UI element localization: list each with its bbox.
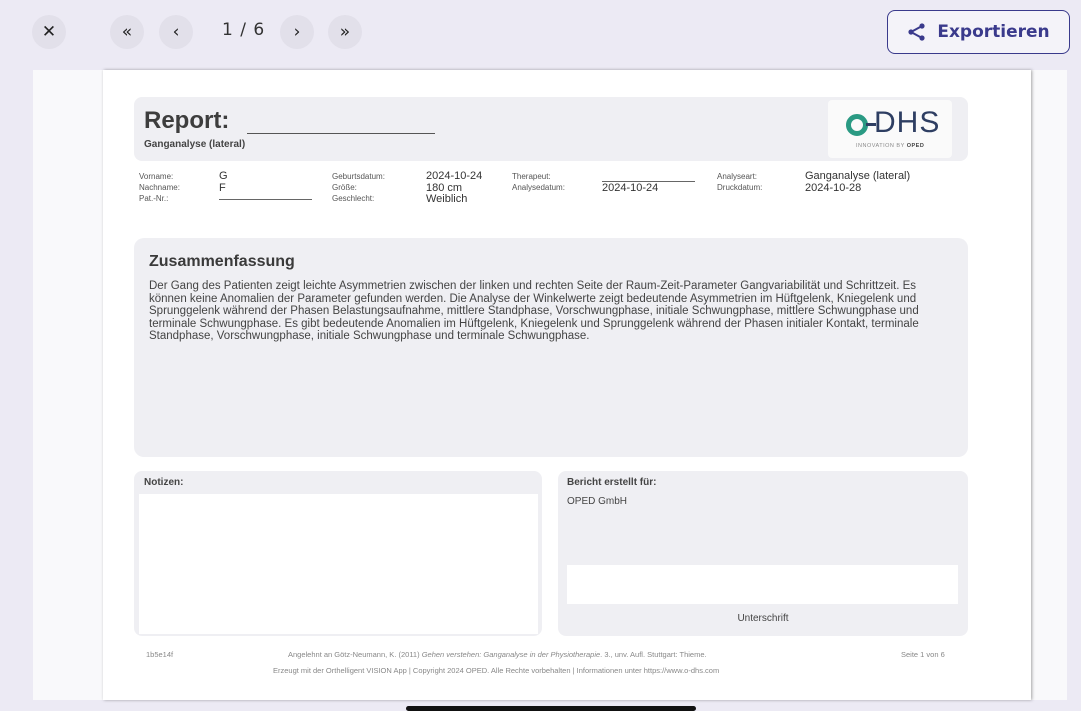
patient-values-col4: Ganganalyse (lateral) 2024-10-28 [805, 170, 911, 194]
patient-values-col2: 2024-10-24 180 cm Weiblich [426, 170, 483, 206]
summary-text: Der Gang des Patienten zeigt leichte Asy… [149, 280, 919, 343]
patnr-line [219, 199, 312, 200]
patient-labels-col2: Geburtsdatum: Größe: Geschlecht: [332, 171, 385, 204]
document-viewport[interactable]: Report: Ganganalyse (lateral) DHS INNOVA… [33, 70, 1067, 700]
druckdatum-label: Druckdatum: [717, 183, 763, 192]
notes-section: Notizen: [134, 471, 542, 636]
nachname-value: F [219, 181, 226, 194]
geschlecht-label: Geschlecht: [332, 194, 375, 203]
double-chevron-left-icon: « [121, 22, 133, 42]
report-for-value: OPED GmbH [567, 496, 628, 507]
odhs-logo: DHS INNOVATION BY OPED [828, 100, 952, 158]
druckdatum-value: 2024-10-28 [805, 181, 862, 194]
vorname-label: Vorname: [139, 172, 174, 181]
home-indicator[interactable] [406, 706, 696, 711]
chevron-right-icon: › [293, 22, 301, 42]
footer-generated: Erzeugt mit der Orthelligent VISION App … [273, 666, 720, 675]
summary-section: Zusammenfassung Der Gang des Patienten z… [134, 238, 968, 457]
report-for-label: Bericht erstellt für: [567, 477, 657, 488]
logo-tagline: INNOVATION BY OPED [856, 143, 925, 149]
share-icon [908, 23, 925, 41]
chevron-left-icon: ‹ [172, 22, 180, 42]
report-page: Report: Ganganalyse (lateral) DHS INNOVA… [103, 70, 1031, 700]
patient-labels-col3: Therapeut: Analysedatum: [512, 171, 565, 193]
vorname-value: G [219, 170, 228, 182]
analyseart-label: Analyseart: [717, 172, 758, 181]
close-button[interactable]: ✕ [32, 15, 66, 49]
nachname-label: Nachname: [139, 183, 180, 192]
export-label: Exportieren [937, 22, 1050, 42]
patnr-label: Pat.-Nr.: [139, 194, 169, 203]
logo-o-mark [846, 114, 868, 136]
double-chevron-right-icon: » [339, 22, 351, 42]
patient-values-col1: G F [219, 170, 228, 194]
report-header: Report: Ganganalyse (lateral) DHS INNOVA… [134, 97, 968, 161]
close-icon: ✕ [41, 22, 57, 42]
patient-labels-col1: Vorname: Nachname: Pat.-Nr.: [139, 171, 180, 204]
last-page-button[interactable]: » [328, 15, 362, 49]
previous-page-button[interactable]: ‹ [159, 15, 193, 49]
analyseart-value: Ganganalyse (lateral) [805, 170, 911, 182]
first-page-button[interactable]: « [110, 15, 144, 49]
summary-heading: Zusammenfassung [149, 253, 295, 270]
patient-labels-col4: Analyseart: Druckdatum: [717, 171, 762, 193]
geburtsdatum-label: Geburtsdatum: [332, 172, 385, 181]
report-title-line [247, 133, 435, 134]
notes-label: Notizen: [144, 477, 184, 488]
notes-field [139, 494, 538, 634]
signature-label: Unterschrift [737, 613, 789, 624]
next-page-button[interactable]: › [280, 15, 314, 49]
logo-text: DHS [874, 106, 941, 139]
analysedatum-label: Analysedatum: [512, 183, 565, 192]
report-title: Report: [144, 107, 230, 134]
report-subtitle: Ganganalyse (lateral) [144, 139, 246, 150]
footer-page: Seite 1 von 6 [901, 650, 945, 659]
export-button[interactable]: Exportieren [887, 10, 1070, 54]
page-counter: 1 / 6 [222, 20, 266, 40]
signature-field [567, 565, 958, 604]
geburtsdatum-value: 2024-10-24 [426, 170, 483, 182]
footer-citation: Angelehnt an Götz-Neumann, K. (2011) Geh… [288, 650, 707, 659]
report-for-section: Bericht erstellt für: OPED GmbH Untersch… [558, 471, 968, 636]
analysedatum-value: 2024-10-24 [602, 182, 659, 194]
therapeut-label: Therapeut: [512, 172, 551, 181]
groesse-label: Größe: [332, 183, 357, 192]
geschlecht-value: Weiblich [426, 193, 468, 205]
footer-id: 1b5e14f [146, 650, 174, 659]
viewer-toolbar: ✕ « ‹ 1 / 6 › » Exportieren [0, 0, 1081, 64]
